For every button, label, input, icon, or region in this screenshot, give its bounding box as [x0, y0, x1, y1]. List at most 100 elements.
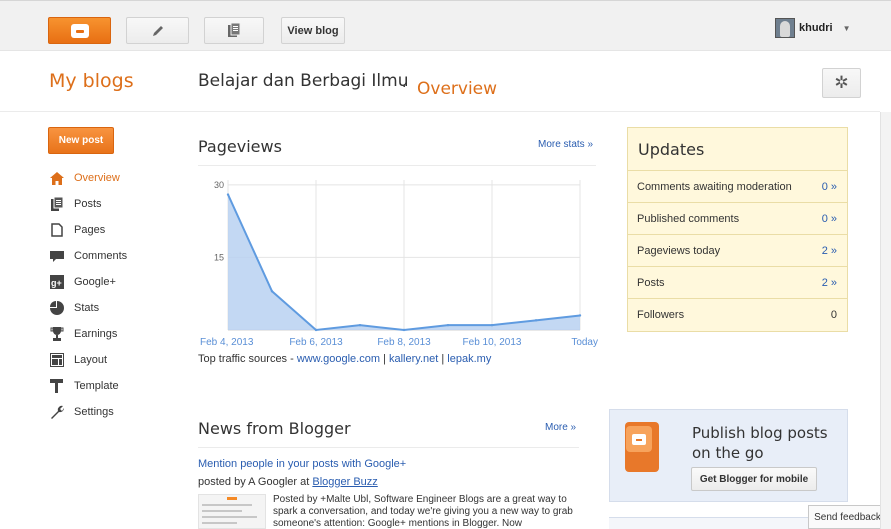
svg-text:g+: g+ — [51, 278, 62, 288]
send-feedback-button[interactable]: Send feedback — [808, 505, 887, 529]
avatar — [775, 18, 795, 38]
updates-row: Posts 2 » — [628, 266, 847, 298]
account-menu[interactable]: khudri ▼ — [775, 18, 851, 38]
sidebar-item-pages[interactable]: Pages — [50, 217, 127, 243]
pageviews-point — [402, 328, 406, 332]
more-stats-link[interactable]: More stats » — [538, 139, 593, 150]
news-headline-link[interactable]: Mention people in your posts with Google… — [198, 458, 406, 470]
news-excerpt: Posted by +Malte Ubl, Software Engineer … — [273, 494, 573, 529]
pageviews-divider — [198, 165, 596, 166]
stats-icon — [50, 301, 64, 315]
pages-icon — [50, 223, 64, 237]
chevron-down-icon: ▼ — [842, 23, 851, 33]
traffic-source-link[interactable]: kallery.net — [389, 353, 438, 365]
trophy-icon — [50, 327, 64, 341]
blogger-home-button[interactable] — [48, 17, 111, 44]
pageviews-point — [534, 319, 538, 322]
updates-row-value-link[interactable]: 2 » — [822, 245, 837, 257]
sidebar-item-label: Layout — [74, 354, 108, 366]
gear-icon: ✲ — [834, 73, 849, 92]
breadcrumb-separator: . — [402, 74, 407, 91]
sidebar-item-template[interactable]: Template — [50, 373, 127, 399]
updates-row: Published comments 0 » — [628, 202, 847, 234]
news-divider — [198, 447, 579, 448]
sidebar-item-label: Earnings — [74, 328, 118, 340]
news-heading: News from Blogger — [198, 419, 351, 438]
x-tick-label: Feb 6, 2013 — [289, 337, 343, 348]
template-icon — [50, 379, 64, 393]
sidebar-item-label: Stats — [74, 302, 100, 314]
y-tick-label: 30 — [214, 180, 224, 190]
x-tick-label: Feb 10, 2013 — [463, 337, 522, 348]
blogger-logo-icon — [626, 426, 652, 452]
news-more-link[interactable]: More » — [545, 422, 576, 433]
blogger-logo-icon — [70, 23, 89, 38]
updates-row-value-link[interactable]: 2 » — [822, 277, 837, 289]
sidebar-item-label: Comments — [74, 250, 128, 262]
updates-row: Pageviews today 2 » — [628, 234, 847, 266]
updates-row: Followers 0 — [628, 298, 847, 330]
updates-row-value-link[interactable]: 0 » — [822, 181, 837, 193]
sidebar-item-comments[interactable]: Comments — [50, 243, 127, 269]
scrollbar[interactable] — [880, 112, 891, 529]
view-blog-button[interactable]: View blog — [281, 17, 345, 44]
pageviews-point — [490, 323, 494, 327]
pageviews-point — [226, 193, 230, 196]
source-separator: | — [438, 353, 448, 365]
username: khudri — [799, 22, 833, 34]
sidebar-item-posts[interactable]: Posts — [50, 191, 127, 217]
pageviews-point — [270, 290, 274, 293]
sidebar-item-layout[interactable]: Layout — [50, 347, 127, 373]
updates-row-label: Followers — [637, 308, 685, 321]
wrench-icon — [50, 405, 64, 419]
sidebar-item-label: Google+ — [74, 276, 116, 288]
sidebar-item-stats[interactable]: Stats — [50, 295, 127, 321]
page-title: Overview — [417, 79, 498, 99]
pageviews-point — [358, 323, 362, 327]
sidebar-item-label: Template — [74, 380, 119, 392]
sidebar-item-google-plus[interactable]: g+ Google+ — [50, 269, 127, 295]
sidebar-item-label: Overview — [74, 172, 120, 184]
pageviews-point — [446, 323, 450, 327]
updates-row-value: 0 — [830, 308, 837, 321]
new-post-pencil-button[interactable] — [126, 17, 189, 44]
traffic-source-link[interactable]: lepak.my — [447, 353, 491, 365]
news-byline-prefix: posted by A Googler at — [198, 476, 313, 488]
x-tick-label: Feb 4, 2013 — [200, 337, 254, 348]
pageviews-chart-svg: 15 30 Feb 4, 2013 Feb 6, 2013 Feb 8, 2013 Feb… — [200, 180, 598, 348]
pageviews-point — [578, 314, 582, 317]
google-plus-icon: g+ — [50, 275, 64, 289]
pageviews-heading: Pageviews — [198, 137, 282, 156]
sidebar-item-earnings[interactable]: Earnings — [50, 321, 127, 347]
my-blogs-link[interactable]: My blogs — [49, 70, 134, 92]
news-thumbnail — [198, 494, 266, 529]
updates-row-label: Comments awaiting moderation — [637, 180, 792, 193]
updates-heading: Updates — [638, 140, 705, 159]
updates-row-label: Posts — [637, 276, 665, 289]
updates-panel: Updates Comments awaiting moderation 0 »… — [627, 127, 848, 332]
mobile-promo-text: Publish blog posts on the go — [692, 424, 828, 462]
news-source-link[interactable]: Blogger Buzz — [312, 476, 377, 488]
updates-row-label: Published comments — [637, 212, 740, 225]
pageviews-point — [314, 328, 318, 332]
updates-row-value-link[interactable]: 0 » — [822, 213, 837, 225]
x-tick-label: Today — [571, 337, 598, 348]
comments-icon — [50, 249, 64, 263]
sidebar-item-settings[interactable]: Settings — [50, 399, 127, 425]
source-separator: | — [380, 353, 389, 365]
posts-list-button[interactable] — [204, 17, 264, 44]
traffic-sources-label: Top traffic sources - — [198, 353, 297, 365]
sidebar-item-label: Posts — [74, 198, 102, 210]
mobile-promo-panel: Publish blog posts on the go Get Blogger… — [609, 409, 848, 502]
sidebar-item-overview[interactable]: Overview — [50, 165, 127, 191]
document-list-icon — [228, 22, 241, 37]
new-post-button[interactable]: New post — [48, 127, 114, 154]
traffic-source-link[interactable]: www.google.com — [297, 353, 380, 365]
settings-menu-button[interactable]: ✲ — [822, 68, 861, 98]
news-byline: posted by A Googler at Blogger Buzz — [198, 476, 378, 488]
header-divider — [0, 111, 880, 112]
get-blogger-mobile-button[interactable]: Get Blogger for mobile — [691, 467, 817, 491]
sidebar-item-label: Settings — [74, 406, 114, 418]
posts-icon — [50, 197, 64, 211]
blog-title[interactable]: Belajar dan Berbagi Ilmu — [198, 71, 409, 91]
